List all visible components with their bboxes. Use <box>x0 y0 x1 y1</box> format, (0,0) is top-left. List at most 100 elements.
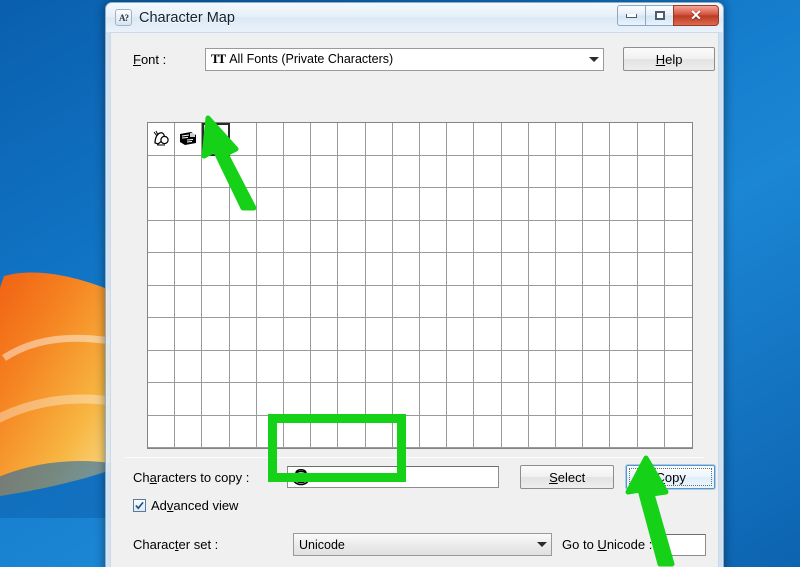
character-cell-empty[interactable] <box>175 220 203 253</box>
character-cell-empty[interactable] <box>474 415 502 448</box>
character-cell-empty[interactable] <box>338 415 366 448</box>
character-cell-empty[interactable] <box>338 188 366 221</box>
character-cell-empty[interactable] <box>528 285 556 318</box>
character-cell-empty[interactable] <box>202 350 230 383</box>
character-cell-empty[interactable] <box>501 415 529 448</box>
character-cell-empty[interactable] <box>311 318 339 351</box>
character-cell-empty[interactable] <box>148 415 176 448</box>
character-cell-empty[interactable] <box>311 350 339 383</box>
advanced-view-row[interactable]: Advanced view <box>133 498 238 513</box>
character-cell-empty[interactable] <box>202 155 230 188</box>
character-cell-empty[interactable] <box>610 350 638 383</box>
character-cell-empty[interactable] <box>256 253 284 286</box>
character-cell-empty[interactable] <box>447 285 475 318</box>
character-cell-empty[interactable] <box>610 318 638 351</box>
character-cell-empty[interactable] <box>664 350 692 383</box>
character-cell-empty[interactable] <box>583 318 611 351</box>
character-cell-empty[interactable] <box>501 383 529 416</box>
character-cell-empty[interactable] <box>610 188 638 221</box>
character-cell-empty[interactable] <box>420 318 448 351</box>
character-cell-empty[interactable] <box>447 188 475 221</box>
character-cell-empty[interactable] <box>392 123 420 156</box>
character-cell-empty[interactable] <box>556 350 584 383</box>
character-cell-empty[interactable] <box>338 285 366 318</box>
character-cell-empty[interactable] <box>392 318 420 351</box>
character-cell-empty[interactable] <box>528 220 556 253</box>
character-cell-empty[interactable] <box>420 415 448 448</box>
character-cell-filled[interactable] <box>148 123 176 156</box>
character-cell-empty[interactable] <box>501 350 529 383</box>
advanced-view-checkbox[interactable] <box>133 499 146 512</box>
character-cell-empty[interactable] <box>420 155 448 188</box>
character-cell-empty[interactable] <box>501 123 529 156</box>
character-cell-empty[interactable] <box>256 415 284 448</box>
character-cell-empty[interactable] <box>474 350 502 383</box>
character-cell-empty[interactable] <box>637 123 665 156</box>
character-cell-empty[interactable] <box>148 350 176 383</box>
character-cell-empty[interactable] <box>637 350 665 383</box>
character-cell-empty[interactable] <box>175 253 203 286</box>
character-cell-empty[interactable] <box>311 253 339 286</box>
chevron-down-icon[interactable] <box>584 49 603 70</box>
character-cell-empty[interactable] <box>583 383 611 416</box>
character-cell-empty[interactable] <box>392 220 420 253</box>
character-cell-empty[interactable] <box>474 285 502 318</box>
character-cell-empty[interactable] <box>392 415 420 448</box>
character-cell-empty[interactable] <box>610 253 638 286</box>
title-bar[interactable]: A? Character Map ✕ <box>106 3 723 32</box>
character-cell-empty[interactable] <box>338 253 366 286</box>
character-cell-empty[interactable] <box>528 123 556 156</box>
character-cell-empty[interactable] <box>447 415 475 448</box>
character-cell-empty[interactable] <box>528 318 556 351</box>
character-cell-empty[interactable] <box>256 318 284 351</box>
character-cell-empty[interactable] <box>311 415 339 448</box>
character-cell-empty[interactable] <box>664 253 692 286</box>
character-cell-empty[interactable] <box>501 318 529 351</box>
character-cell-empty[interactable] <box>365 220 393 253</box>
character-cell-empty[interactable] <box>311 155 339 188</box>
character-cell-empty[interactable] <box>256 220 284 253</box>
character-cell-empty[interactable] <box>664 383 692 416</box>
character-cell-empty[interactable] <box>229 383 257 416</box>
character-cell-empty[interactable] <box>528 155 556 188</box>
character-cell-empty[interactable] <box>637 253 665 286</box>
character-cell-empty[interactable] <box>556 220 584 253</box>
character-cell-empty[interactable] <box>447 123 475 156</box>
character-cell-empty[interactable] <box>202 415 230 448</box>
character-cell-empty[interactable] <box>637 318 665 351</box>
character-cell-empty[interactable] <box>148 285 176 318</box>
character-cell-empty[interactable] <box>256 155 284 188</box>
character-cell-empty[interactable] <box>365 350 393 383</box>
character-cell-empty[interactable] <box>637 383 665 416</box>
character-cell-empty[interactable] <box>175 350 203 383</box>
character-cell-empty[interactable] <box>311 285 339 318</box>
character-cell-empty[interactable] <box>637 188 665 221</box>
character-cell-empty[interactable] <box>637 155 665 188</box>
character-cell-empty[interactable] <box>175 285 203 318</box>
character-cell-empty[interactable] <box>365 415 393 448</box>
character-cell-empty[interactable] <box>229 350 257 383</box>
character-cell-empty[interactable] <box>256 350 284 383</box>
character-cell-empty[interactable] <box>474 188 502 221</box>
character-cell-empty[interactable] <box>148 383 176 416</box>
character-cell-empty[interactable] <box>365 383 393 416</box>
character-cell-empty[interactable] <box>338 318 366 351</box>
character-cell-empty[interactable] <box>175 415 203 448</box>
character-cell-empty[interactable] <box>474 383 502 416</box>
character-cell-empty[interactable] <box>447 253 475 286</box>
character-cell-empty[interactable] <box>338 220 366 253</box>
character-cell-filled[interactable] <box>175 123 203 156</box>
character-cell-empty[interactable] <box>528 253 556 286</box>
character-cell-empty[interactable] <box>583 253 611 286</box>
character-cell-empty[interactable] <box>392 285 420 318</box>
character-cell-empty[interactable] <box>338 123 366 156</box>
character-cell-empty[interactable] <box>528 188 556 221</box>
character-cell-empty[interactable] <box>148 188 176 221</box>
character-cell-empty[interactable] <box>583 155 611 188</box>
character-cell-empty[interactable] <box>229 123 257 156</box>
character-cell-empty[interactable] <box>556 253 584 286</box>
character-cell-empty[interactable] <box>202 188 230 221</box>
character-cell-empty[interactable] <box>474 318 502 351</box>
character-cell-empty[interactable] <box>420 383 448 416</box>
character-cell-empty[interactable] <box>637 415 665 448</box>
